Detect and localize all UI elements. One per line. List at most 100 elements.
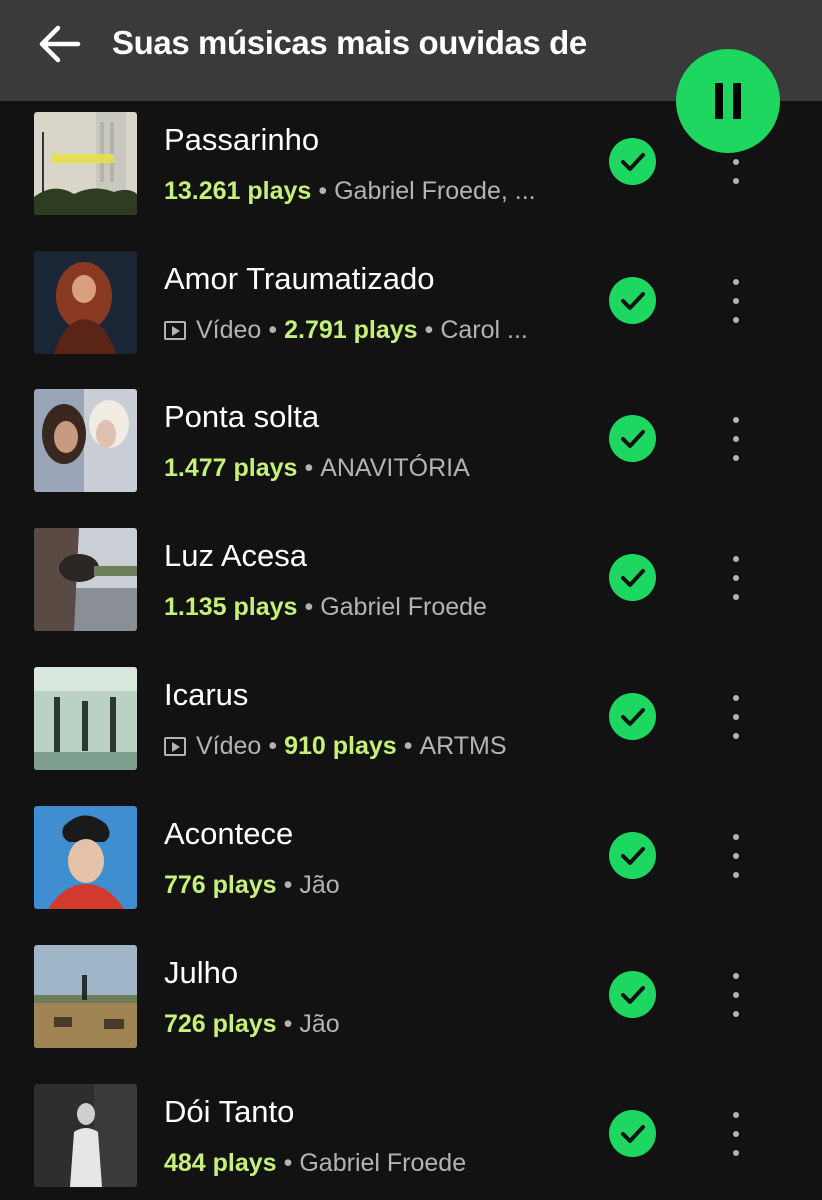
track-title: Acontece: [164, 816, 294, 851]
more-options-button[interactable]: [720, 275, 752, 327]
more-dot: [733, 594, 739, 600]
checkmark-icon: [620, 846, 645, 865]
more-dot: [733, 436, 739, 442]
more-dot: [733, 1131, 739, 1137]
play-pause-button[interactable]: [676, 49, 780, 153]
separator-dot: •: [424, 316, 434, 344]
play-count: 2.791 plays: [284, 316, 418, 344]
album-cover: [34, 389, 137, 492]
track-row[interactable]: Amor Traumatizado Vídeo • 2.791 plays • …: [0, 240, 822, 378]
play-count: 910 plays: [284, 732, 397, 760]
track-title: Icarus: [164, 677, 249, 712]
more-dot: [733, 714, 739, 720]
track-meta: 726 plays • Jão: [164, 1007, 564, 1041]
album-cover: [34, 251, 137, 354]
separator-dot: •: [403, 732, 413, 760]
more-dot: [733, 317, 739, 323]
separator-dot: •: [283, 1149, 293, 1177]
track-meta: Vídeo • 910 plays • ARTMS: [164, 729, 564, 763]
more-dot: [733, 298, 739, 304]
checkmark-icon: [620, 707, 645, 726]
album-cover: [34, 528, 137, 631]
track-meta: 776 plays • Jão: [164, 868, 564, 902]
artist-name: ARTMS: [419, 732, 507, 760]
album-cover: [34, 1084, 137, 1187]
play-count: 1.477 plays: [164, 454, 298, 482]
track-meta: 1.135 plays • Gabriel Froede: [164, 590, 564, 624]
arrow-left-icon: [39, 25, 81, 63]
video-icon: [164, 736, 186, 756]
more-dot: [733, 1011, 739, 1017]
album-cover: [34, 806, 137, 909]
track-title: Ponta solta: [164, 399, 320, 434]
separator-dot: •: [304, 454, 314, 482]
video-icon: [164, 320, 186, 340]
play-count: 1.135 plays: [164, 593, 298, 621]
saved-check-button[interactable]: [609, 138, 656, 185]
video-label: Vídeo: [196, 316, 262, 344]
track-meta: Vídeo • 2.791 plays • Carol ...: [164, 313, 564, 347]
checkmark-icon: [620, 152, 645, 171]
album-cover: [34, 667, 137, 770]
album-cover: [34, 945, 137, 1048]
track-title: Julho: [164, 955, 239, 990]
more-dot: [733, 1112, 739, 1118]
checkmark-icon: [620, 429, 645, 448]
track-row[interactable]: Julho 726 plays • Jão: [0, 934, 822, 1072]
more-options-button[interactable]: [720, 691, 752, 743]
more-dot: [733, 178, 739, 184]
saved-check-button[interactable]: [609, 277, 656, 324]
separator-dot: •: [268, 316, 278, 344]
pause-icon: [715, 83, 741, 119]
more-dot: [733, 992, 739, 998]
saved-check-button[interactable]: [609, 415, 656, 462]
play-count: 776 plays: [164, 871, 277, 899]
separator-dot: •: [318, 177, 328, 205]
more-options-button[interactable]: [720, 830, 752, 882]
track-meta: 13.261 plays • Gabriel Froede, ...: [164, 174, 564, 208]
artist-name: Gabriel Froede: [320, 593, 487, 621]
track-row[interactable]: Luz Acesa 1.135 plays • Gabriel Froede: [0, 517, 822, 655]
more-options-button[interactable]: [720, 1108, 752, 1160]
page-title: Suas músicas mais ouvidas de: [112, 24, 587, 61]
more-dot: [733, 159, 739, 165]
track-row[interactable]: Ponta solta 1.477 plays • ANAVITÓRIA: [0, 378, 822, 516]
separator-dot: •: [304, 593, 314, 621]
more-dot: [733, 279, 739, 285]
more-options-button[interactable]: [720, 552, 752, 604]
saved-check-button[interactable]: [609, 1110, 656, 1157]
album-cover: [34, 112, 137, 215]
play-count: 13.261 plays: [164, 177, 312, 205]
saved-check-button[interactable]: [609, 693, 656, 740]
separator-dot: •: [283, 1010, 293, 1038]
more-dot: [733, 575, 739, 581]
more-dot: [733, 1150, 739, 1156]
separator-dot: •: [283, 871, 293, 899]
track-title: Amor Traumatizado: [164, 261, 435, 296]
track-row[interactable]: Icarus Vídeo • 910 plays • ARTMS: [0, 656, 822, 794]
saved-check-button[interactable]: [609, 832, 656, 879]
back-button[interactable]: [34, 20, 86, 68]
track-title: Luz Acesa: [164, 538, 308, 573]
artist-name: Jão: [299, 871, 340, 899]
artist-name: Gabriel Froede: [299, 1149, 467, 1177]
more-dot: [733, 695, 739, 701]
saved-check-button[interactable]: [609, 554, 656, 601]
top-tracks-screen: Suas músicas mais ouvidas de Passarinho: [0, 0, 822, 1200]
more-dot: [733, 455, 739, 461]
separator-dot: •: [268, 732, 278, 760]
track-title: Dói Tanto: [164, 1094, 295, 1129]
saved-check-button[interactable]: [609, 971, 656, 1018]
more-dot: [733, 853, 739, 859]
checkmark-icon: [620, 985, 645, 1004]
play-count: 484 plays: [164, 1149, 277, 1177]
play-count: 726 plays: [164, 1010, 277, 1038]
more-dot: [733, 973, 739, 979]
more-dot: [733, 417, 739, 423]
artist-name: ANAVITÓRIA: [320, 454, 470, 482]
track-row[interactable]: Dói Tanto 484 plays • Gabriel Froede: [0, 1073, 822, 1200]
track-row[interactable]: Acontece 776 plays • Jão: [0, 795, 822, 933]
more-options-button[interactable]: [720, 413, 752, 465]
artist-name: Jão: [299, 1010, 340, 1038]
more-options-button[interactable]: [720, 969, 752, 1021]
